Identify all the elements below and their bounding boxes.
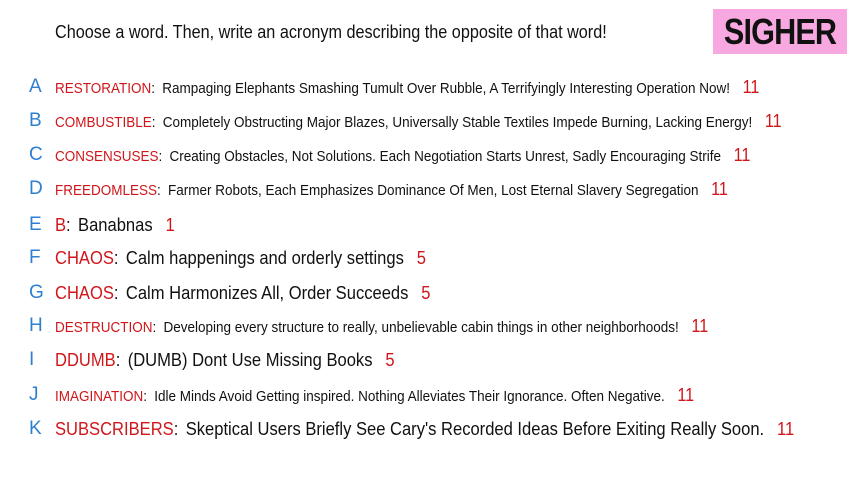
- entry-separator: :: [151, 113, 156, 131]
- entry-letter: K: [29, 418, 42, 439]
- entry-separator: :: [151, 79, 156, 97]
- entry-line: CHAOS: Calm happenings and orderly settin…: [55, 248, 426, 269]
- entry-word: CHAOS: [55, 247, 114, 268]
- entry-score: 5: [385, 349, 395, 370]
- entry-acronym: Calm Harmonizes All, Order Succeeds: [125, 282, 409, 303]
- entry-line: CONSENSUSES: Creating Obstacles, Not Solu…: [55, 145, 750, 166]
- entry-separator: :: [152, 318, 157, 336]
- entry-word: RESTORATION: [55, 79, 152, 97]
- entry-letter: E: [29, 214, 42, 235]
- entry-acronym: Completely Obstructing Major Blazes, Uni…: [162, 113, 753, 131]
- entry-acronym: Creating Obstacles, Not Solutions. Each …: [169, 147, 722, 165]
- entry-letter: J: [29, 384, 39, 405]
- entry-acronym: Rampaging Elephants Smashing Tumult Over…: [162, 79, 731, 97]
- entry-word: CHAOS: [55, 282, 114, 303]
- entry-letter: H: [29, 315, 43, 336]
- entry-letter: I: [29, 349, 35, 370]
- entry-line: DESTRUCTION: Developing every structure t…: [55, 316, 708, 337]
- entry-acronym: Farmer Robots, Each Emphasizes Dominance…: [167, 181, 699, 199]
- entry-acronym: Skeptical Users Briefly See Cary's Recor…: [185, 418, 765, 439]
- entry-line: CHAOS: Calm Harmonizes All, Order Succeed…: [55, 283, 431, 304]
- entry-line: B: Banabnas 1: [55, 215, 175, 236]
- entry-score: 5: [416, 247, 426, 268]
- entry-separator: :: [115, 349, 121, 370]
- entry-line: SUBSCRIBERS: Skeptical Users Briefly See …: [55, 419, 794, 440]
- entry-line: DDUMB: (DUMB) Dont Use Missing Books 5: [55, 350, 395, 371]
- entry-acronym: Calm happenings and orderly settings: [125, 247, 404, 268]
- entry-word: SUBSCRIBERS: [55, 418, 174, 439]
- entry-list: A RESTORATION: Rampaging Elephants Smashi…: [0, 0, 853, 480]
- entry-word: IMAGINATION: [55, 387, 144, 405]
- entry-letter: C: [29, 144, 43, 165]
- entry-separator: :: [173, 418, 179, 439]
- entry-score: 11: [742, 76, 760, 97]
- entry-word: FREEDOMLESS: [55, 181, 158, 199]
- entry-score: 11: [733, 144, 751, 165]
- entry-line: IMAGINATION: Idle Minds Avoid Getting ins…: [55, 385, 694, 406]
- entry-score: 11: [711, 178, 728, 199]
- entry-score: 11: [764, 110, 782, 131]
- entry-letter: G: [29, 282, 44, 303]
- entry-line: FREEDOMLESS: Farmer Robots, Each Emphasiz…: [55, 179, 728, 200]
- entry-score: 11: [677, 384, 695, 405]
- entry-score: 11: [777, 418, 795, 439]
- entry-line: COMBUSTIBLE: Completely Obstructing Major…: [55, 111, 782, 132]
- entry-score: 5: [421, 282, 431, 303]
- entry-acronym: Banabnas: [78, 214, 153, 235]
- entry-separator: :: [66, 214, 71, 235]
- entry-score: 1: [165, 214, 175, 235]
- entry-separator: :: [158, 147, 163, 165]
- entry-letter: B: [29, 110, 42, 131]
- entry-separator: :: [143, 387, 148, 405]
- entry-acronym: Idle Minds Avoid Getting inspired. Nothi…: [154, 387, 665, 405]
- entry-word: DDUMB: [55, 349, 116, 370]
- entry-separator: :: [113, 247, 119, 268]
- entry-word: CONSENSUSES: [55, 147, 159, 165]
- entry-word: B: [55, 214, 67, 235]
- entry-word: COMBUSTIBLE: [55, 113, 152, 131]
- entry-acronym: Developing every structure to really, un…: [163, 318, 679, 336]
- entry-letter: D: [29, 178, 43, 199]
- entry-score: 11: [691, 315, 709, 336]
- entry-separator: :: [113, 282, 119, 303]
- entry-line: RESTORATION: Rampaging Elephants Smashing…: [55, 77, 759, 98]
- entry-separator: :: [157, 181, 161, 199]
- entry-letter: F: [29, 247, 41, 268]
- entry-letter: A: [29, 76, 42, 97]
- entry-acronym: (DUMB) Dont Use Missing Books: [127, 349, 373, 370]
- entry-word: DESTRUCTION: [55, 318, 153, 336]
